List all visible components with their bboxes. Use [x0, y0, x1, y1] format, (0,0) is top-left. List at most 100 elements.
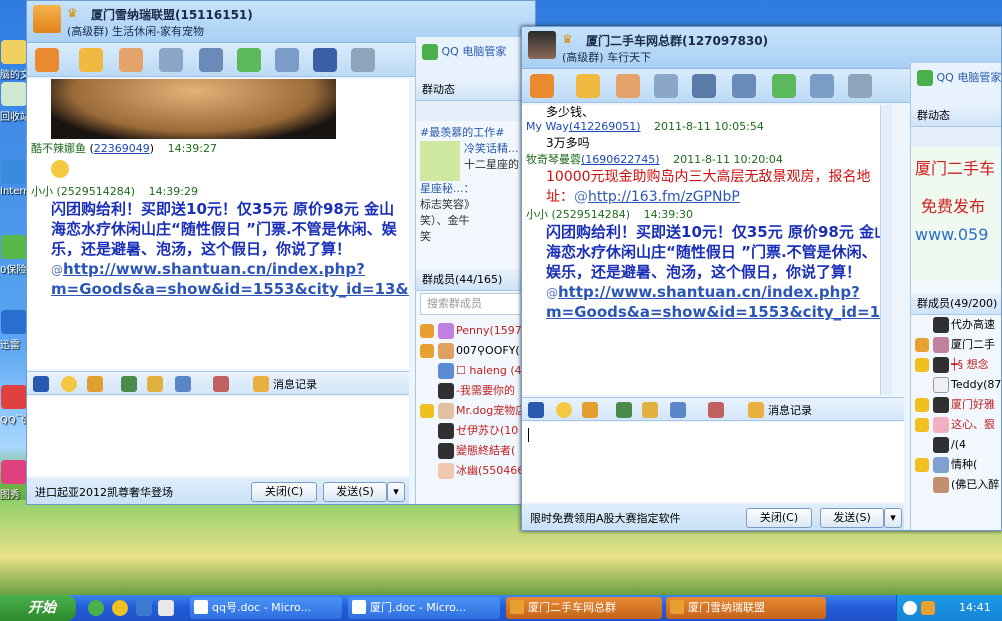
send-options-button[interactable]: ▾ — [387, 482, 405, 502]
magic-face-icon[interactable] — [582, 402, 598, 418]
promo-link[interactable]: @http://www.shantuan.cn/index.php?m=Good… — [31, 259, 409, 299]
member-search-input[interactable]: 搜索群成员 — [420, 293, 532, 315]
image-icon[interactable] — [121, 376, 137, 392]
start-button[interactable]: 开始 — [0, 595, 76, 621]
desktop-icon-meitu[interactable]: 图秀 — [0, 460, 28, 501]
screenshot-icon[interactable] — [175, 376, 191, 392]
member-item[interactable]: 厦门二手 — [911, 335, 1001, 355]
car-icon[interactable] — [692, 74, 716, 98]
member-item[interactable]: 这心、狠 — [911, 415, 1001, 435]
desktop-icon-360-safe[interactable]: 0保险 — [0, 235, 28, 276]
quick-launch-desktop-icon[interactable] — [136, 600, 152, 616]
tray-expand-icon[interactable] — [903, 601, 917, 615]
member-item[interactable]: ゼ伊苏ひ(10 — [416, 421, 535, 441]
taskbar-item-schnauzer-group[interactable]: 厦门雪纳瑞联盟 — [666, 597, 826, 619]
promo-link[interactable]: @http://www.shantuan.cn/index.php?m=Good… — [526, 282, 892, 322]
pc-manager-ad[interactable]: QQ 电脑管家 — [911, 63, 1001, 105]
pc-manager-ad[interactable]: QQ 电脑管家 — [416, 37, 535, 79]
desktop-icon-internet-explorer[interactable]: Intern xplor — [0, 160, 58, 200]
emoji-icon[interactable] — [556, 402, 572, 418]
desktop-icon-docs[interactable]: 脑的文 — [0, 40, 30, 81]
add-app-icon[interactable] — [772, 74, 796, 98]
screenshot-icon[interactable] — [670, 402, 686, 418]
poker-icon[interactable] — [732, 74, 756, 98]
close-button[interactable]: 关闭(C) — [251, 482, 317, 502]
settings-gear-icon[interactable] — [351, 48, 375, 72]
qq-group-icon — [670, 600, 684, 614]
member-item[interactable]: 變態終結者( — [416, 441, 535, 461]
taskbar-item-qq-doc[interactable]: qq号.doc - Micro... — [190, 597, 342, 619]
music-icon[interactable] — [642, 402, 658, 418]
tools-icon[interactable] — [810, 74, 834, 98]
member-item[interactable]: ☐ haleng (4 — [416, 361, 535, 381]
used-car-ad-banner[interactable]: 厦门二手车 免费发布 www.059 — [911, 147, 1001, 281]
folder-icon[interactable] — [79, 48, 103, 72]
add-app-icon[interactable] — [237, 48, 261, 72]
member-item[interactable]: 情种( — [911, 455, 1001, 475]
message-input[interactable] — [27, 396, 409, 476]
folder-icon[interactable] — [576, 74, 600, 98]
real-estate-link[interactable]: http://163.fm/zGPNbP — [588, 189, 740, 205]
status-ad-text[interactable]: 进口起亚2012凯尊奢华登场 — [35, 484, 173, 500]
font-icon[interactable] — [528, 402, 544, 418]
music-icon[interactable] — [147, 376, 163, 392]
send-button[interactable]: 发送(S) — [820, 508, 884, 528]
close-button[interactable]: 关闭(C) — [746, 508, 812, 528]
feed-thumbnail — [420, 141, 460, 181]
chat-scrollbar[interactable] — [880, 105, 892, 395]
image-icon[interactable] — [616, 402, 632, 418]
quick-launch-360-icon[interactable] — [112, 600, 128, 616]
album-icon[interactable] — [119, 48, 143, 72]
member-item[interactable]: Penny(15971 — [416, 321, 535, 341]
message-history-button[interactable]: 消息记录 — [273, 376, 317, 392]
emoji-icon[interactable] — [61, 376, 77, 392]
desktop-icon-thunder[interactable]: 迅雷 — [0, 310, 28, 351]
message-input[interactable] — [522, 422, 904, 502]
home-icon[interactable] — [530, 74, 554, 98]
album-icon[interactable] — [616, 74, 640, 98]
desktop-icon-qq-speed[interactable]: QQ飞 — [0, 385, 28, 426]
chat-history[interactable]: 酷不辣娜鱼 (22369049) 14:39:27 小小 (2529514284… — [27, 79, 409, 369]
member-item[interactable]: Teddy(870 — [911, 375, 1001, 395]
member-item[interactable]: 007⚲OOFY( — [416, 341, 535, 361]
taskbar-item-used-car-group[interactable]: 厦门二手车网总群 — [506, 597, 662, 619]
member-item[interactable]: ┿§ 想念 — [911, 355, 1001, 375]
police-icon[interactable] — [313, 48, 337, 72]
member-item[interactable]: -我需要你的 — [416, 381, 535, 401]
member-item[interactable]: (佛已入醉 — [911, 475, 1001, 495]
send-button[interactable]: 发送(S) — [323, 482, 387, 502]
member-item[interactable]: 冰幽(550466 — [416, 461, 535, 481]
send-options-button[interactable]: ▾ — [884, 508, 902, 528]
desktop-icon-recycle-bin[interactable]: 回收站 — [0, 82, 30, 123]
message-history-button[interactable]: 消息记录 — [768, 402, 812, 418]
history-icon[interactable] — [748, 402, 764, 418]
member-item[interactable]: 代办高速 — [911, 315, 1001, 335]
group-avatar[interactable] — [528, 31, 556, 59]
poker-icon[interactable] — [199, 48, 223, 72]
activity-tabs[interactable] — [416, 101, 535, 121]
taskbar-item-xiamen-doc[interactable]: 厦门.doc - Micro... — [348, 597, 500, 619]
history-icon[interactable] — [253, 376, 269, 392]
magic-face-icon[interactable] — [87, 376, 103, 392]
status-ad-text[interactable]: 限时免费领用A股大赛指定软件 — [530, 510, 681, 526]
activity-feed[interactable]: #最羡慕的工作# 冷笑话精... 十二星座的 星座秘...： 标志笑容》 笑）、金… — [416, 121, 535, 249]
member-item[interactable]: /(4 — [911, 435, 1001, 455]
clock[interactable]: 14:41 — [959, 595, 991, 621]
shake-icon[interactable] — [213, 376, 229, 392]
qq-tray-icon[interactable] — [921, 601, 935, 615]
tools-icon[interactable] — [275, 48, 299, 72]
font-icon[interactable] — [33, 376, 49, 392]
quick-launch-ie-icon[interactable] — [88, 600, 104, 616]
quick-launch-apps-icon[interactable] — [158, 600, 174, 616]
board-icon[interactable] — [159, 48, 183, 72]
member-item[interactable]: 厦门好雅 — [911, 395, 1001, 415]
home-icon[interactable] — [35, 48, 59, 72]
shake-icon[interactable] — [708, 402, 724, 418]
chat-history[interactable]: 多少钱、 My Way(412269051) 2011-8-11 10:05:5… — [522, 105, 892, 395]
group-avatar[interactable] — [33, 5, 61, 33]
qq-group-icon — [510, 600, 524, 614]
settings-gear-icon[interactable] — [848, 74, 872, 98]
activity-tabs[interactable] — [911, 127, 1001, 147]
board-icon[interactable] — [654, 74, 678, 98]
member-item[interactable]: Mr.dog宠物店 — [416, 401, 535, 421]
